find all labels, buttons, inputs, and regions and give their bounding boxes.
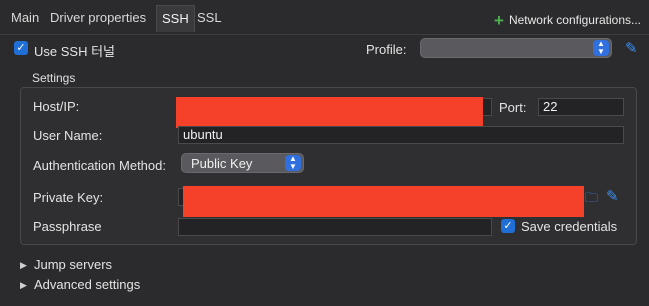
advanced-settings-label[interactable]: Advanced settings <box>34 277 140 292</box>
profile-select[interactable]: ▲ ▼ <box>420 38 612 58</box>
folder-icon[interactable]: 🗀 <box>585 189 598 211</box>
save-credentials-label: Save credentials <box>521 219 618 234</box>
auth-method-select[interactable]: Public Key ▲ ▼ <box>181 153 304 173</box>
port-label: Port: <box>499 100 527 115</box>
pencil-icon[interactable]: ✎ <box>625 39 638 57</box>
network-configurations-button[interactable]: + Network configurations... <box>494 11 641 31</box>
tab-main[interactable]: Main <box>11 10 39 25</box>
network-configurations-label: Network configurations... <box>508 13 641 27</box>
jump-servers-label[interactable]: Jump servers <box>34 257 112 272</box>
passphrase-label: Passphrase <box>33 219 102 234</box>
use-ssh-tunnel-checkbox[interactable]: ✓ <box>14 41 28 55</box>
checkmark-icon: ✓ <box>503 220 513 232</box>
auth-method-label: Authentication Method: <box>33 158 166 173</box>
username-label: User Name: <box>33 128 103 143</box>
checkmark-icon: ✓ <box>16 42 26 54</box>
redaction-block-private-key <box>183 186 584 217</box>
username-input[interactable]: ubuntu <box>178 126 624 144</box>
redaction-block-host <box>176 97 483 128</box>
auth-method-value: Public Key <box>191 156 253 171</box>
plus-icon: + <box>494 11 504 30</box>
passphrase-input[interactable] <box>178 218 492 236</box>
pencil-icon[interactable]: ✎ <box>606 187 619 205</box>
save-credentials-checkbox[interactable]: ✓ <box>501 219 515 233</box>
chevron-updown-icon: ▲ ▼ <box>285 155 301 171</box>
tab-bar: Main Driver properties SSH SSL + Network … <box>0 0 649 35</box>
triangle-right-icon[interactable]: ▶ <box>20 280 27 291</box>
chevron-updown-icon: ▲ ▼ <box>593 40 609 56</box>
tab-ssh[interactable]: SSH <box>156 5 195 32</box>
use-ssh-tunnel-label: Use SSH 터널 <box>34 44 115 59</box>
host-label: Host/IP: <box>33 99 80 114</box>
tab-driver-properties[interactable]: Driver properties <box>50 10 146 25</box>
tab-ssl[interactable]: SSL <box>197 10 222 25</box>
triangle-right-icon[interactable]: ▶ <box>20 260 27 271</box>
settings-title: Settings <box>32 71 76 85</box>
private-key-label: Private Key: <box>33 190 104 205</box>
port-input[interactable]: 22 <box>538 98 624 116</box>
profile-label: Profile: <box>366 42 407 57</box>
